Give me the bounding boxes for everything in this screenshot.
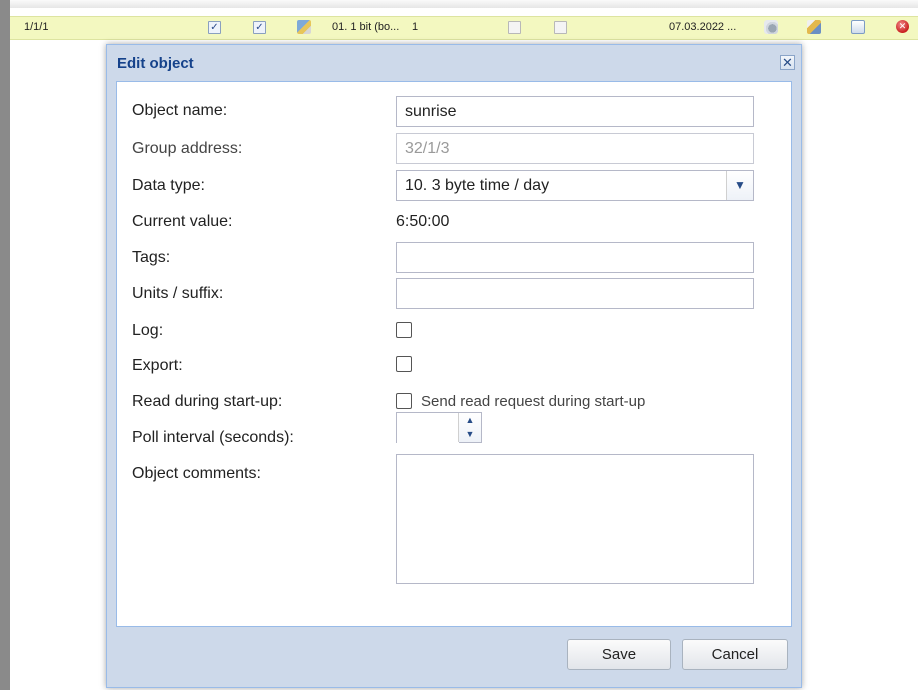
- tags-input[interactable]: [396, 242, 754, 273]
- poll-interval-input[interactable]: [397, 413, 459, 444]
- grid-cell-updated: 07.03.2022 ...: [669, 21, 737, 33]
- document-icon[interactable]: [851, 20, 865, 34]
- grid-cell-address: 1/1/1: [24, 21, 49, 33]
- grid-checkbox-d[interactable]: [554, 21, 567, 34]
- object-comments-label: Object comments:: [132, 465, 261, 482]
- export-label: Export:: [132, 357, 183, 374]
- close-icon[interactable]: ✕: [780, 55, 795, 70]
- cancel-button[interactable]: Cancel: [682, 639, 788, 670]
- object-name-label: Object name:: [132, 102, 228, 119]
- grid-checkbox-c[interactable]: [508, 21, 521, 34]
- log-label: Log:: [132, 322, 164, 339]
- units-input[interactable]: [396, 278, 754, 309]
- group-address-input: [396, 133, 754, 164]
- grid-row-selected[interactable]: 1/1/1 ✓ ✓ 01. 1 bit (bo... 1 07.03.2022 …: [10, 16, 918, 40]
- pencil-icon[interactable]: [807, 20, 821, 34]
- object-comments-textarea[interactable]: [396, 454, 754, 584]
- window-left-edge: [0, 0, 10, 690]
- edit-object-dialog: Edit object ✕ Object name: Group address…: [106, 44, 802, 688]
- current-value-label: Current value:: [132, 213, 233, 230]
- object-name-input[interactable]: [396, 96, 754, 127]
- chevron-up-icon[interactable]: ▲: [459, 413, 481, 427]
- spinner-buttons: ▲ ▼: [458, 413, 481, 442]
- read-startup-checkbox[interactable]: [396, 393, 412, 409]
- log-checkbox[interactable]: [396, 322, 412, 338]
- grid-cell-value: 1: [412, 21, 419, 33]
- poll-interval-label: Poll interval (seconds):: [132, 429, 294, 446]
- chevron-down-icon[interactable]: ▼: [459, 427, 481, 441]
- grid-cell-datatype: 01. 1 bit (bo...: [332, 21, 400, 33]
- dialog-form: Object name: Group address: Data type: 1…: [116, 81, 792, 627]
- data-type-select[interactable]: 10. 3 byte time / day ▼: [396, 170, 754, 201]
- read-startup-checkbox-label[interactable]: Send read request during start-up: [421, 393, 645, 410]
- grid-checkbox-b[interactable]: ✓: [253, 21, 266, 34]
- data-type-value: 10. 3 byte time / day: [405, 177, 550, 194]
- window-top-edge: [0, 0, 918, 8]
- poll-interval-stepper: ▲ ▼: [396, 412, 482, 444]
- edit-icon[interactable]: [297, 20, 311, 34]
- chevron-down-icon[interactable]: ▼: [726, 171, 753, 200]
- group-address-label: Group address:: [132, 140, 243, 157]
- grid-checkbox-a[interactable]: ✓: [208, 21, 221, 34]
- dialog-header[interactable]: Edit object ✕: [107, 45, 801, 81]
- gear-icon[interactable]: [764, 20, 778, 34]
- delete-icon[interactable]: ✕: [896, 20, 909, 33]
- units-label: Units / suffix:: [132, 285, 224, 302]
- tags-label: Tags:: [132, 249, 171, 266]
- export-checkbox[interactable]: [396, 356, 412, 372]
- read-startup-label: Read during start-up:: [132, 393, 283, 410]
- dialog-title: Edit object: [117, 55, 194, 72]
- save-button[interactable]: Save: [567, 639, 671, 670]
- data-type-label: Data type:: [132, 177, 205, 194]
- current-value: 6:50:00: [396, 213, 450, 230]
